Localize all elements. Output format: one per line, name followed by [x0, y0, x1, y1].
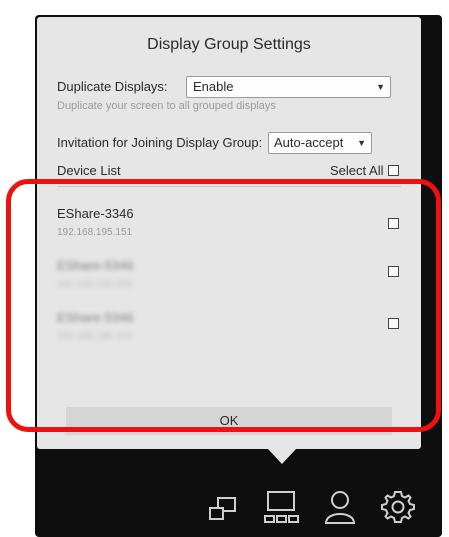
highlight-annotation: [6, 179, 441, 432]
duplicate-displays-label: Duplicate Displays:: [57, 79, 168, 94]
device-list-label: Device List: [57, 163, 121, 178]
display-group-icon[interactable]: [263, 490, 303, 526]
invitation-select[interactable]: Auto-accept ▼: [268, 132, 372, 154]
dropdown-arrow-icon: ▼: [376, 82, 385, 92]
invitation-label: Invitation for Joining Display Group:: [57, 135, 263, 150]
select-all-label: Select All: [330, 163, 384, 178]
dropdown-arrow-icon: ▼: [357, 138, 366, 148]
multi-window-icon[interactable]: [207, 496, 239, 526]
duplicate-displays-hint: Duplicate your screen to all grouped dis…: [57, 100, 276, 112]
duplicate-displays-value: Enable: [193, 79, 234, 94]
user-icon[interactable]: [323, 490, 357, 526]
dialog-title: Display Group Settings: [147, 36, 311, 53]
select-all-checkbox[interactable]: [388, 165, 399, 176]
duplicate-displays-select[interactable]: Enable ▼: [186, 76, 391, 98]
invitation-value: Auto-accept: [274, 135, 344, 150]
settings-gear-icon[interactable]: [380, 489, 416, 525]
dialog-pointer: [268, 449, 296, 464]
